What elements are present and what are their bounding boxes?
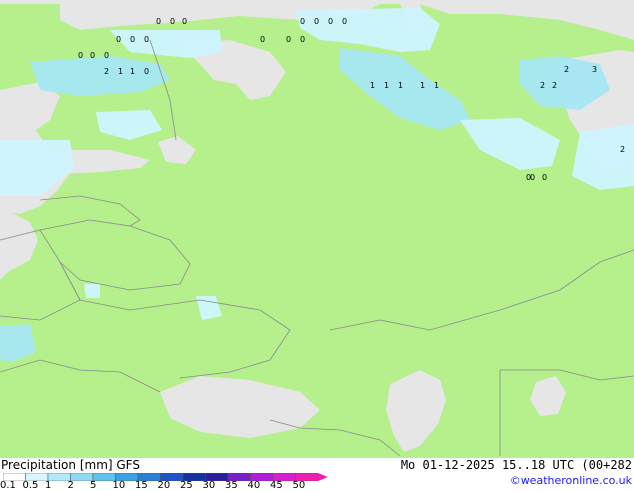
precip-value: 1 [130, 67, 135, 76]
scale-tick-label: 10 [112, 480, 126, 491]
precip-value: 1 [370, 81, 375, 90]
precip-value: 0 [104, 51, 109, 60]
precip-value: 2 [540, 81, 545, 90]
scale-tick-label: 2 [67, 480, 74, 491]
precip-value: 1 [118, 67, 123, 76]
precip-value: 0 [156, 17, 161, 26]
legend-title: Precipitation [mm] GFS [1, 458, 140, 472]
scale-tick-label: 0.1 [0, 480, 16, 491]
precip-value: 0 [260, 35, 265, 44]
scale-tick-label: 50 [292, 480, 306, 491]
precip-value: 0 [342, 17, 347, 26]
precip-value: 0 [300, 17, 305, 26]
precip-value: 0 [314, 17, 319, 26]
scale-arrow [318, 473, 328, 481]
precip-value: 1 [434, 81, 439, 90]
scale-tick-label: 20 [157, 480, 171, 491]
precip-value: 0 [526, 173, 531, 182]
precip-value: 0 [542, 173, 547, 182]
precip-value: 0 [328, 17, 333, 26]
precip-value: 0 [78, 51, 83, 60]
scale-tick-label: 1 [45, 480, 52, 491]
map-footer: Precipitation [mm] GFS Mo 01-12-2025 15.… [0, 458, 634, 491]
precip-area-poland [84, 284, 100, 298]
precip-value: 3 [592, 65, 597, 74]
scale-tick-label: 25 [180, 480, 193, 491]
precip-value: 1 [398, 81, 403, 90]
precip-value: 0 [116, 35, 121, 44]
scale-tick-label: 30 [202, 480, 216, 491]
copyright-link[interactable]: ©weatheronline.co.uk [510, 474, 632, 487]
scale-tick-label: 15 [135, 480, 148, 491]
precip-value: 0 [144, 35, 149, 44]
precip-value: 2 [104, 67, 109, 76]
scale-tick-label: 35 [225, 480, 238, 491]
precipitation-map: 0 0 0 0 0 0 0 0 0 0 0 0 0 0 0 0 1 2 3 2 … [0, 0, 634, 458]
scale-tick-label: 5 [90, 480, 97, 491]
precip-value: 0 [144, 67, 149, 76]
scale-tick-label: 40 [247, 480, 261, 491]
precip-value: 2 [564, 65, 569, 74]
precip-value: 0 [286, 35, 291, 44]
precip-value: 2 [620, 145, 625, 154]
precip-value: 2 [552, 81, 557, 90]
precip-value: 0 [170, 17, 175, 26]
precip-value: 0 [182, 17, 187, 26]
precip-value: 0 [130, 35, 135, 44]
precip-value: 1 [420, 81, 425, 90]
scale-tick-label: 0.5 [22, 480, 39, 491]
scale-tick-label: 45 [270, 480, 283, 491]
precip-value: 0 [300, 35, 305, 44]
precip-area-siberia-east [572, 124, 634, 190]
precip-value: 0 [90, 51, 95, 60]
model-run-time: Mo 01-12-2025 15..18 UTC (00+282 [400, 458, 632, 472]
precip-value: 1 [384, 81, 389, 90]
